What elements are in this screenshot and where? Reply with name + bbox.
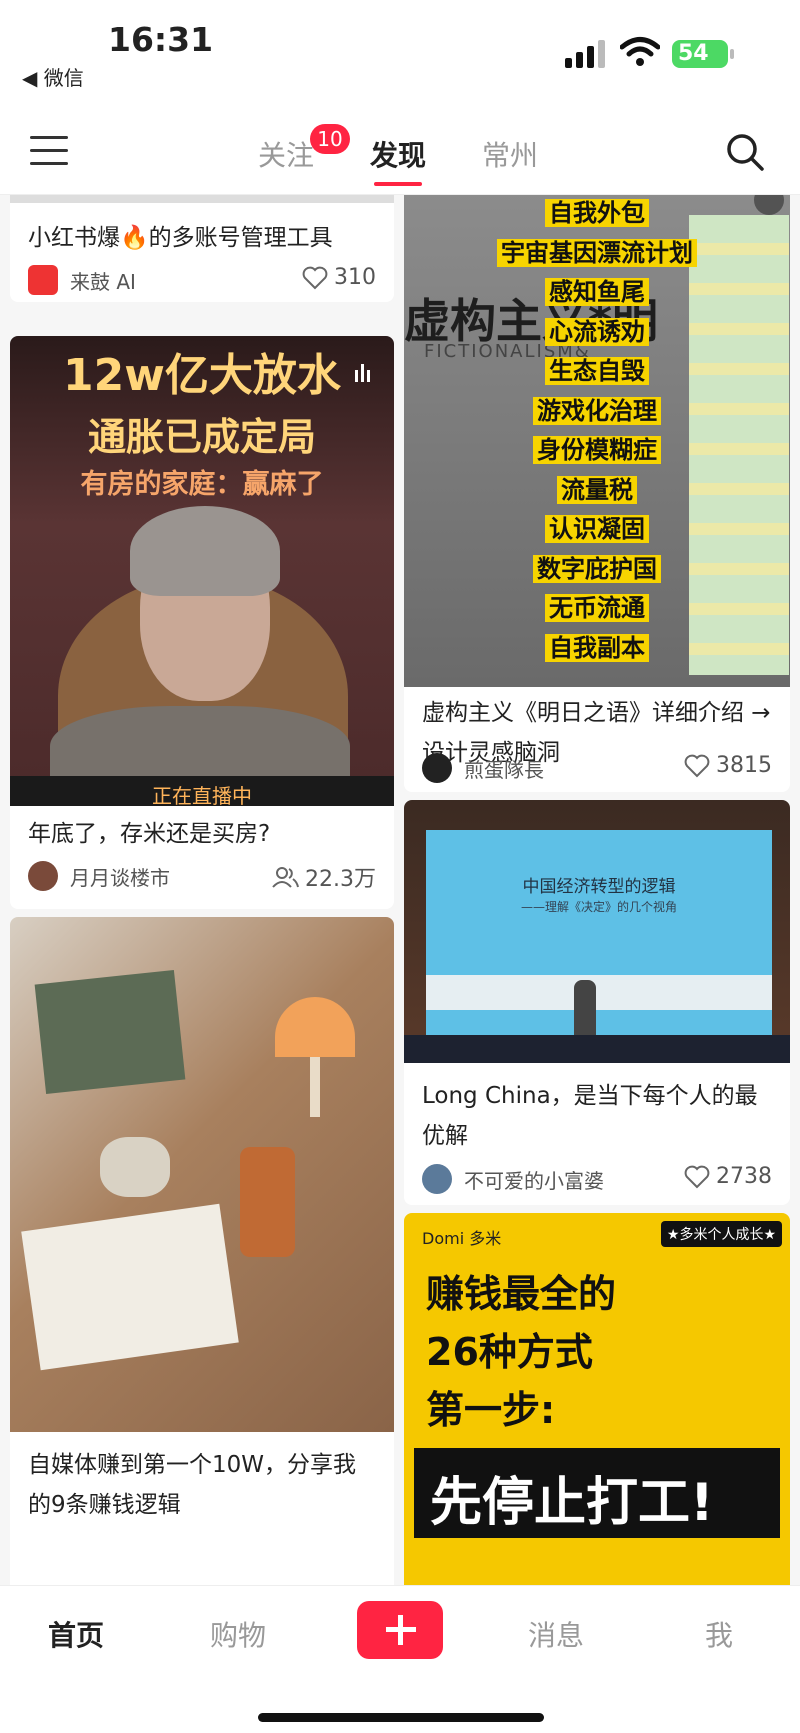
audience-row (404, 1035, 790, 1063)
concept-item: 身份模糊症 (533, 436, 661, 464)
note-cover: 12w亿大放水 通胀已成定局 有房的家庭：赢麻了 正在直播中 (10, 336, 394, 806)
author-name: 不可爱的小富婆 (464, 1168, 604, 1193)
cover-headline: 第一步: (426, 1388, 556, 1432)
concept-item: 无币流通 (545, 594, 649, 622)
brand-label: Domi 多米 (422, 1229, 502, 1248)
concept-item: 流量税 (557, 475, 637, 504)
book-shape (34, 969, 186, 1095)
note-title: 年底了，存米还是买房? (28, 821, 271, 847)
concept-item: 生态自毁 (545, 357, 649, 385)
top-navigation: 关注 10 发现 常州 (0, 110, 800, 195)
note-cover (10, 195, 394, 203)
menu-icon[interactable] (30, 136, 68, 166)
note-cover: 虚构主义*明 FICTIONALISM& 自我外包 宇宙基因漂流计划 感知鱼尾 … (404, 195, 790, 687)
concept-item: 游戏化治理 (533, 396, 661, 425)
create-post-button[interactable] (357, 1601, 443, 1659)
author-name: 来鼓 AI (70, 269, 136, 294)
like-count: 2738 (716, 1164, 772, 1189)
signal-icon (565, 40, 605, 68)
tab-shopping[interactable]: 购物 (210, 1614, 266, 1654)
concept-item: 宇宙基因漂流计划 (497, 238, 697, 267)
status-time: 16:31 (108, 20, 214, 59)
concept-list: 自我外包 宇宙基因漂流计划 感知鱼尾 心流诱劝 生态自毁 游戏化治理 身份模糊症… (404, 195, 790, 669)
avatar (422, 1164, 452, 1194)
concept-item: 数字庇护国 (533, 554, 661, 583)
concept-item: 自我外包 (545, 199, 649, 227)
concept-item: 认识凝固 (545, 515, 649, 543)
status-bar: 16:31 ◀ 微信 54 (0, 0, 800, 110)
slide-band (426, 975, 772, 1010)
search-icon[interactable] (725, 132, 765, 172)
lamp-stem (310, 1057, 320, 1117)
like-button[interactable]: 2738 (684, 1164, 772, 1189)
presentation-screen: 中国经济转型的逻辑 ——理解《决定》的几个视角 (426, 830, 772, 1035)
tab-messages[interactable]: 消息 (528, 1614, 584, 1654)
note-title: Long China，是当下每个人的最优解 (422, 1083, 758, 1149)
note-card[interactable]: 虚构主义*明 FICTIONALISM& 自我外包 宇宙基因漂流计划 感知鱼尾 … (404, 195, 790, 792)
tab-home[interactable]: 首页 (48, 1614, 104, 1654)
note-title: 自媒体赚到第一个10W，分享我的9条赚钱逻辑 (28, 1452, 357, 1518)
cover-headline: 26种方式 (426, 1330, 593, 1374)
note-card[interactable]: 中国经济转型的逻辑 ——理解《决定》的几个视角 Long China，是当下每个… (404, 800, 790, 1205)
cover-headline: 12w亿大放水 (63, 350, 341, 401)
note-author[interactable]: 来鼓 AI (28, 265, 136, 295)
wifi-icon (620, 37, 660, 66)
live-icon (355, 364, 373, 382)
like-button[interactable]: 310 (302, 265, 376, 290)
note-cover (10, 917, 394, 1432)
note-cover: 中国经济转型的逻辑 ——理解《决定》的几个视角 (404, 800, 790, 1063)
brand-tag: ★多米个人成长★ (660, 1221, 782, 1247)
follow-badge: 10 (310, 124, 350, 154)
viewer-number: 22.3万 (305, 867, 376, 892)
avatar (28, 861, 58, 891)
concept-item: 感知鱼尾 (545, 278, 649, 306)
viewer-count: 22.3万 (271, 861, 376, 893)
avatar (422, 753, 452, 783)
cover-banner: 先停止打工! (414, 1448, 780, 1538)
slide-title: 中国经济转型的逻辑 (522, 877, 676, 897)
battery-indicator: 54 (672, 40, 734, 68)
lamp-shape (275, 997, 355, 1057)
concept-item: 自我副本 (545, 633, 649, 662)
live-banner: 正在直播中 (10, 776, 394, 806)
author-name: 煎蛋隊長 (464, 757, 544, 782)
concept-item: 心流诱劝 (545, 317, 649, 346)
note-card[interactable]: 小红书爆🔥的多账号管理工具 来鼓 AI 310 (10, 195, 394, 302)
avatar (28, 265, 58, 295)
back-to-wechat[interactable]: ◀ 微信 (22, 62, 84, 91)
heart-icon (684, 1165, 710, 1188)
teapot-shape (100, 1137, 170, 1197)
note-author[interactable]: 煎蛋隊長 (422, 753, 544, 783)
bottle-shape (240, 1147, 295, 1257)
home-indicator[interactable] (258, 1713, 544, 1722)
cover-headline: 赚钱最全的 (426, 1272, 617, 1316)
like-button[interactable]: 3815 (684, 753, 772, 778)
note-card[interactable]: 自媒体赚到第一个10W，分享我的9条赚钱逻辑 (10, 917, 394, 1585)
heart-icon (684, 754, 710, 777)
person-hair (130, 506, 280, 596)
people-icon (272, 867, 299, 888)
tab-follow[interactable]: 关注 (258, 134, 314, 174)
author-name: 月月谈楼市 (70, 865, 170, 890)
note-card[interactable]: 12w亿大放水 通胀已成定局 有房的家庭：赢麻了 正在直播中 年底了，存米还是买… (10, 336, 394, 909)
like-count: 3815 (716, 753, 772, 778)
like-count: 310 (334, 265, 376, 290)
cover-headline: 通胀已成定局 (87, 415, 316, 459)
tab-me[interactable]: 我 (705, 1614, 733, 1654)
note-title: 小红书爆🔥的多账号管理工具 (28, 225, 333, 251)
note-author[interactable]: 月月谈楼市 (28, 861, 170, 891)
cover-subline: 有房的家庭：赢麻了 (80, 469, 324, 500)
discover-feed[interactable]: 小红书爆🔥的多账号管理工具 来鼓 AI 310 12w亿大放水 通胀已成定局 有… (0, 195, 800, 1585)
note-author[interactable]: 不可爱的小富婆 (422, 1164, 604, 1194)
speaker-figure (574, 980, 596, 1040)
bottom-tab-bar: 首页 购物 消息 我 (0, 1585, 800, 1733)
tab-discover[interactable]: 发现 (370, 134, 426, 186)
tab-local-changzhou[interactable]: 常州 (482, 134, 538, 174)
note-card[interactable]: Domi 多米 ★多米个人成长★ 赚钱最全的 26种方式 第一步: 先停止打工! (404, 1213, 790, 1585)
heart-icon (302, 266, 328, 289)
open-book (21, 1203, 239, 1371)
slide-subtitle: ——理解《决定》的几个视角 (520, 900, 677, 914)
